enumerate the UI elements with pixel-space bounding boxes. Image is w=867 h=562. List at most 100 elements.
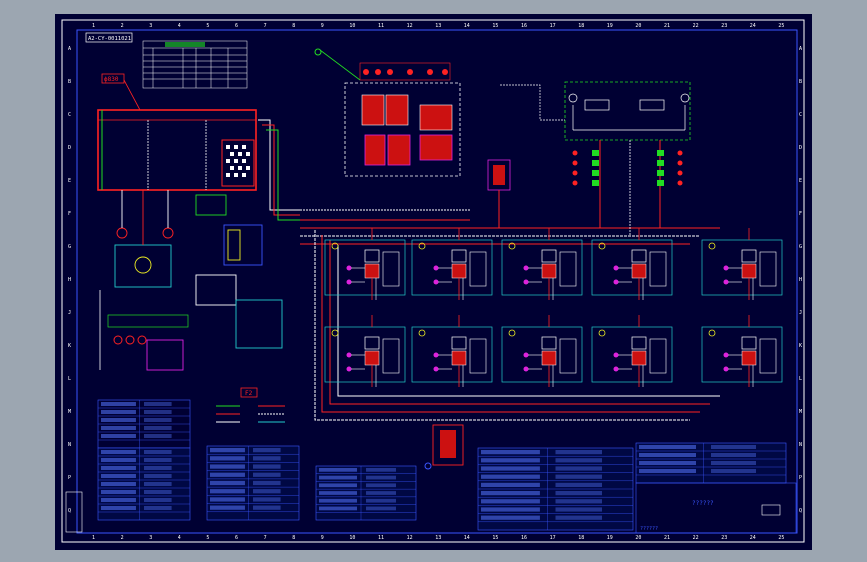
table-cell-text <box>253 480 281 486</box>
table-cell-text <box>639 453 696 457</box>
table-cell-text <box>555 515 602 520</box>
border-number: 8 <box>292 23 295 29</box>
table-cell-text <box>253 505 281 510</box>
table-cell-text <box>711 461 756 465</box>
table-cell-text <box>639 469 696 473</box>
table-cell-text <box>481 466 540 471</box>
table-cell-text <box>101 450 136 454</box>
border-letter: B <box>68 79 71 85</box>
border-number: 4 <box>178 535 181 541</box>
tank-label: ϕ830 <box>104 76 119 83</box>
table-cell-text <box>210 505 245 510</box>
border-number: 21 <box>664 535 670 541</box>
border-letter: B <box>799 79 802 85</box>
border-number: 10 <box>349 535 355 541</box>
table-cell-text <box>253 464 281 469</box>
border-number: 1 <box>92 23 95 29</box>
table-cell-text <box>253 472 281 477</box>
table-cell-text <box>711 469 756 473</box>
table-cell-text <box>711 445 756 449</box>
border-number: 6 <box>235 535 238 541</box>
border-number: 19 <box>607 535 613 541</box>
table-cell-text <box>481 474 540 479</box>
border-number: 17 <box>550 535 556 541</box>
table-cell-text <box>101 506 136 510</box>
table-cell-text <box>366 483 396 488</box>
table-cell-text <box>101 434 136 438</box>
table-cell-text <box>555 466 602 471</box>
border-number: 2 <box>121 535 124 541</box>
table-cell-text <box>101 426 136 430</box>
border-number: 18 <box>578 23 584 29</box>
border-letter: M <box>799 409 802 415</box>
table-cell-text <box>144 450 172 454</box>
border-number: 7 <box>264 535 267 541</box>
table-cell-text <box>210 497 245 502</box>
border-number: 15 <box>492 23 498 29</box>
border-letter: C <box>799 112 802 118</box>
border-number: 14 <box>464 23 470 29</box>
border-number: 6 <box>235 23 238 29</box>
border-letter: P <box>68 475 71 481</box>
table-cell-text <box>639 461 696 465</box>
table-cell-text <box>366 498 396 503</box>
border-number: 21 <box>664 23 670 29</box>
table-cell-text <box>639 445 696 449</box>
border-number: 13 <box>435 535 441 541</box>
border-number: 1 <box>92 535 95 541</box>
border-number: 16 <box>521 535 527 541</box>
border-number: 20 <box>635 535 641 541</box>
border-number: 2 <box>121 23 124 29</box>
border-number: 11 <box>378 23 384 29</box>
table-cell-text <box>481 515 540 520</box>
border-letter: F <box>68 211 71 217</box>
border-letter: C <box>68 112 71 118</box>
border-number: 12 <box>407 23 413 29</box>
table-cell-text <box>210 489 245 494</box>
border-letter: F <box>799 211 802 217</box>
table-cell-text <box>555 474 602 479</box>
border-letter: A <box>799 46 802 52</box>
border-number: 4 <box>178 23 181 29</box>
border-number: 5 <box>206 535 209 541</box>
border-number: 9 <box>321 535 324 541</box>
border-letter: J <box>799 310 802 316</box>
table-cell-text <box>101 458 136 462</box>
table-cell-text <box>481 458 540 463</box>
border-number: 9 <box>321 23 324 29</box>
border-letter: Q <box>68 508 71 514</box>
table-cell-text <box>144 498 172 502</box>
table-cell-text <box>555 499 602 504</box>
border-letter: L <box>799 376 802 382</box>
table-cell-text <box>319 468 357 472</box>
table-cell-text <box>555 458 602 463</box>
border-letter: D <box>68 145 71 151</box>
border-letter: G <box>799 244 802 250</box>
border-number: 22 <box>693 535 699 541</box>
table-cell-text <box>210 448 245 453</box>
table-cell-text <box>481 491 540 496</box>
border-letter: K <box>799 343 802 349</box>
border-number: 7 <box>264 23 267 29</box>
table-cell-text <box>711 453 756 457</box>
table-header-mark <box>165 42 205 47</box>
border-number: 18 <box>578 535 584 541</box>
table-cell-text <box>144 466 172 470</box>
border-number: 23 <box>721 23 727 29</box>
border-number: 8 <box>292 535 295 541</box>
table-cell-text <box>210 472 245 477</box>
table-cell-text <box>366 475 396 480</box>
table-cell-text <box>319 483 357 488</box>
table-cell-text <box>555 491 602 496</box>
table-cell-text <box>144 458 172 462</box>
table-cell-text <box>366 506 396 511</box>
title-block-text: ?????? <box>640 526 658 532</box>
border-number: 3 <box>149 23 152 29</box>
table-cell-text <box>101 410 136 414</box>
table-cell-text <box>366 468 396 472</box>
table-cell-text <box>319 491 357 495</box>
table-cell-text <box>319 498 357 503</box>
border-letter: G <box>68 244 71 250</box>
table-cell-text <box>101 418 136 422</box>
table-cell-text <box>144 418 172 422</box>
